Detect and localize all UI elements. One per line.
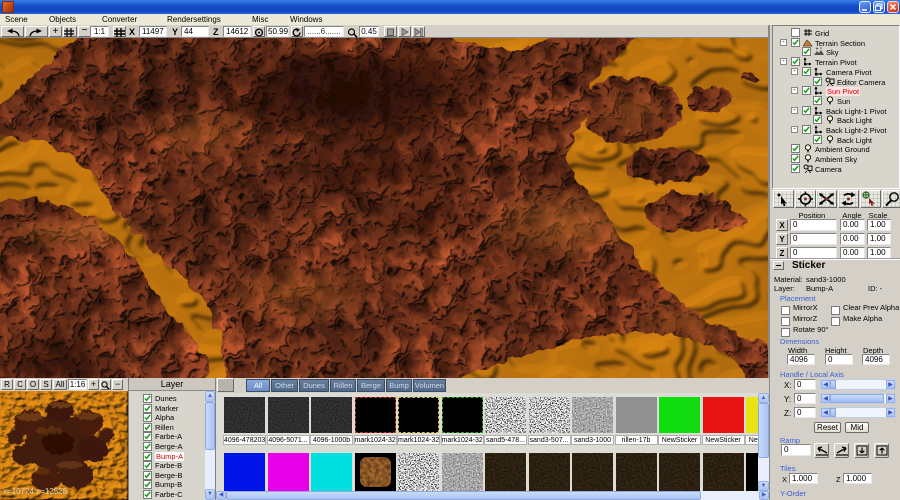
svg-text:x=10724 z=12528: x=10724 z=12528 bbox=[3, 487, 68, 496]
